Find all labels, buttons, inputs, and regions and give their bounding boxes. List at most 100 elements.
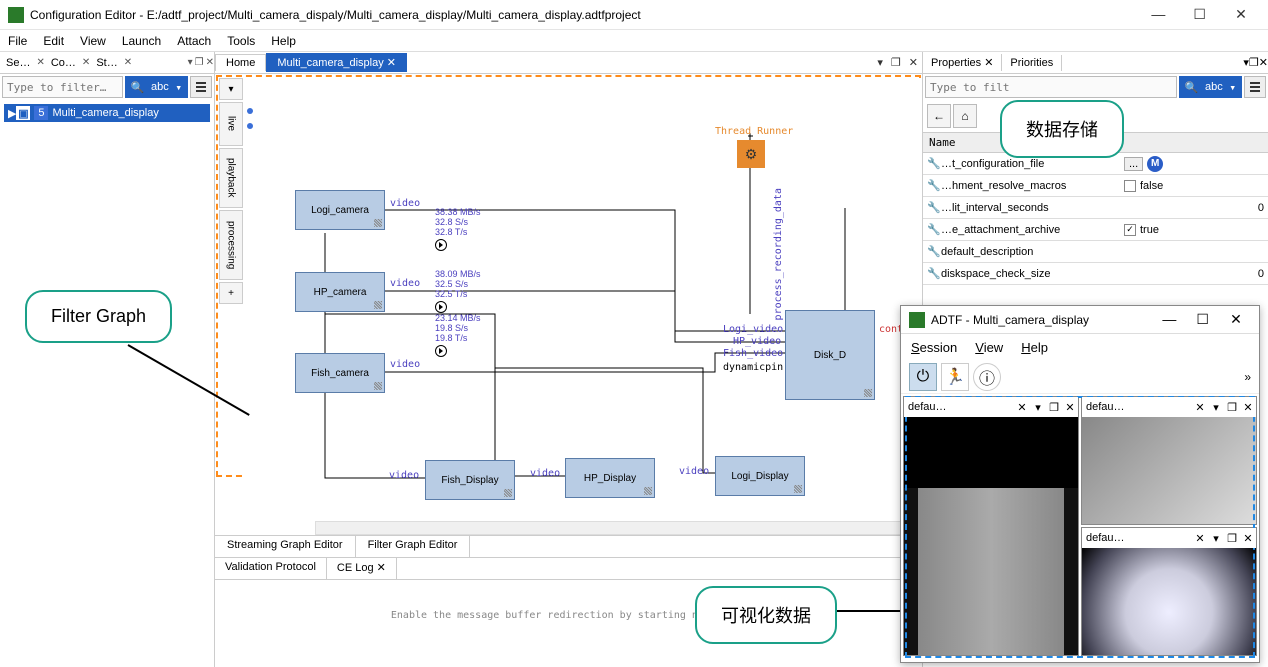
run-button[interactable]: 🏃 [941, 363, 969, 391]
menu-file[interactable]: File [8, 34, 27, 48]
left-tab-se[interactable]: Se… [2, 55, 34, 71]
tab-active-document[interactable]: Multi_camera_display ✕ [266, 53, 407, 72]
browse-button[interactable]: ... [1124, 157, 1143, 171]
abc-search-button[interactable]: 🔍 abc ▾ [1179, 76, 1242, 98]
menu-edit[interactable]: Edit [43, 34, 64, 48]
adtf-display-window[interactable]: ADTF - Multi_camera_display — ☐ ✕ Sessio… [900, 305, 1260, 663]
tab-properties[interactable]: Properties ✕ [923, 54, 1002, 71]
tool-plus[interactable]: + [219, 282, 243, 304]
display-view-2[interactable]: defau…✕▾❐✕ [1081, 396, 1257, 525]
node-fish-display[interactable]: Fish_Display [425, 460, 515, 500]
close-icon[interactable]: ✕ [1062, 401, 1078, 414]
horizontal-scrollbar[interactable] [315, 521, 912, 535]
restore-icon[interactable]: ❐ [195, 57, 204, 68]
tab-home[interactable]: Home [215, 54, 266, 71]
node-hp-camera[interactable]: HP_camera [295, 272, 385, 312]
close-icon[interactable]: ✕ [82, 57, 90, 68]
property-row[interactable]: 🔧diskspace_check_size0 [923, 263, 1268, 285]
dropdown-icon[interactable]: ▾ [1208, 401, 1224, 414]
close-button[interactable]: ✕ [1221, 311, 1251, 328]
restore-icon[interactable]: ❐ [1224, 401, 1240, 414]
properties-tabs: Properties ✕ Priorities ▾ ❐ ✕ [923, 52, 1268, 74]
node-logi-display[interactable]: Logi_Display [715, 456, 805, 496]
close-icon[interactable]: ✕ [1259, 56, 1268, 69]
checkbox[interactable]: ✓ [1124, 224, 1136, 236]
close-icon[interactable]: ✕ [1192, 401, 1208, 414]
tab-validation-protocol[interactable]: Validation Protocol [215, 558, 327, 579]
menu-view[interactable]: View [975, 340, 1003, 355]
menu-launch[interactable]: Launch [122, 34, 161, 48]
m-badge: M [1147, 156, 1163, 172]
close-icon[interactable]: ✕ [1014, 401, 1030, 414]
minimize-button[interactable]: — [1139, 6, 1177, 22]
left-filter-input[interactable] [2, 76, 123, 98]
menu-view[interactable]: View [80, 34, 106, 48]
tool-playback[interactable]: playback [219, 148, 243, 208]
props-filter-input[interactable] [925, 76, 1177, 98]
abc-search-button[interactable]: 🔍 abc ▾ [125, 76, 188, 98]
menu-tools[interactable]: Tools [227, 34, 255, 48]
restore-icon[interactable]: ❐ [1046, 401, 1062, 414]
power-button[interactable]: ⏻ [909, 363, 937, 391]
close-icon[interactable]: ✕ [377, 562, 386, 574]
thread-runner-icon[interactable] [737, 140, 765, 168]
dropdown-icon[interactable]: ▾ [1030, 401, 1046, 414]
tab-filter-graph[interactable]: Filter Graph Editor [356, 536, 471, 557]
dropdown-icon[interactable]: ▾ [873, 56, 887, 69]
close-icon[interactable]: ✕ [36, 57, 44, 68]
graph-canvas[interactable]: Logi_camera video HP_camera video Fish_c… [245, 78, 922, 517]
restore-icon[interactable]: ❐ [1224, 532, 1240, 545]
editor-sub-tabs: Streaming Graph Editor Filter Graph Edit… [215, 535, 922, 557]
close-icon[interactable]: ✕ [387, 57, 396, 69]
tab-streaming-graph[interactable]: Streaming Graph Editor [215, 536, 356, 557]
left-tab-co[interactable]: Co… [47, 55, 80, 71]
display-view-1[interactable]: defau…✕▾❐✕ [903, 396, 1079, 656]
display-view-3[interactable]: defau…✕▾❐✕ [1081, 527, 1257, 656]
view-tabs: defau…✕▾❐✕ [904, 397, 1078, 417]
property-row[interactable]: 🔧…hment_resolve_macros false [923, 175, 1268, 197]
property-row[interactable]: 🔧…e_attachment_archive✓ true [923, 219, 1268, 241]
maximize-button[interactable]: ☐ [1188, 311, 1218, 328]
property-row[interactable]: 🔧…lit_interval_seconds0 [923, 197, 1268, 219]
menu-help[interactable]: Help [1021, 340, 1048, 355]
node-logi-camera[interactable]: Logi_camera [295, 190, 385, 230]
tab-ce-log[interactable]: CE Log ✕ [327, 558, 397, 579]
adtf-menubar: Session View Help [901, 334, 1259, 360]
nav-back-button[interactable]: ← [927, 104, 951, 128]
tree-item-label: Multi_camera_display [52, 107, 158, 119]
node-fish-camera[interactable]: Fish_camera [295, 353, 385, 393]
list-toggle-button[interactable] [190, 76, 212, 98]
more-icon[interactable]: » [1244, 370, 1251, 384]
property-row[interactable]: 🔧default_description [923, 241, 1268, 263]
minimize-button[interactable]: — [1154, 311, 1184, 327]
tree-item-project[interactable]: ▶ ▣ 5 Multi_camera_display [4, 104, 210, 122]
left-tab-st[interactable]: St… [92, 55, 121, 71]
toolbar-dropdown[interactable]: ▾ [219, 78, 243, 100]
menu-attach[interactable]: Attach [177, 34, 211, 48]
checkbox[interactable] [1124, 180, 1136, 192]
close-icon[interactable]: ✕ [206, 57, 214, 68]
menu-session[interactable]: Session [911, 340, 957, 355]
close-icon[interactable]: ✕ [1240, 532, 1256, 545]
tab-priorities[interactable]: Priorities [1002, 55, 1062, 71]
tool-live[interactable]: live [219, 102, 243, 146]
menu-help[interactable]: Help [271, 34, 296, 48]
restore-icon[interactable]: ❐ [887, 56, 905, 69]
thread-runner-label: Thread Runner [715, 126, 793, 137]
nav-home-button[interactable]: ⌂ [953, 104, 977, 128]
close-icon[interactable]: ✕ [905, 56, 922, 69]
list-toggle-button[interactable] [1244, 76, 1266, 98]
node-disk[interactable]: Disk_D [785, 310, 875, 400]
maximize-button[interactable]: ☐ [1181, 6, 1219, 23]
close-icon[interactable]: ✕ [984, 57, 993, 69]
close-icon[interactable]: ✕ [1192, 532, 1208, 545]
node-hp-display[interactable]: HP_Display [565, 458, 655, 498]
info-button[interactable]: ⓘ [973, 363, 1001, 391]
dropdown-icon[interactable]: ▾ [188, 57, 193, 68]
close-button[interactable]: ✕ [1222, 6, 1260, 23]
dropdown-icon[interactable]: ▾ [1208, 532, 1224, 545]
restore-icon[interactable]: ❐ [1249, 56, 1259, 69]
close-icon[interactable]: ✕ [124, 57, 132, 68]
close-icon[interactable]: ✕ [1240, 401, 1256, 414]
tool-processing[interactable]: processing [219, 210, 243, 280]
